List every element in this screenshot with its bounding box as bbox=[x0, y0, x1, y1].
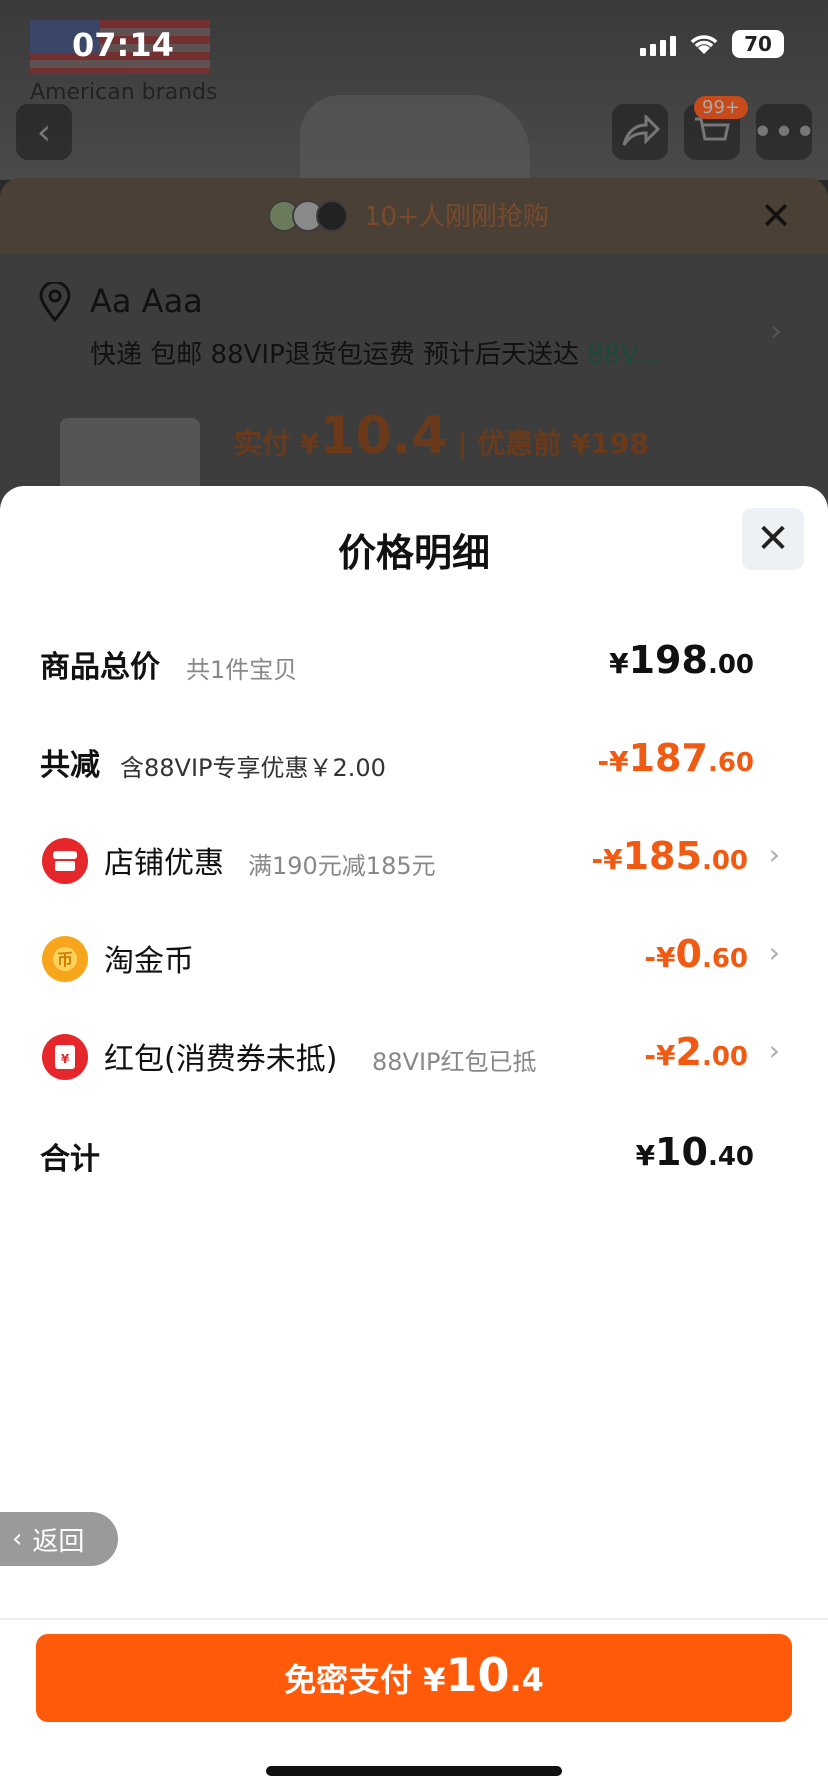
row-sub: 88VIP红包已抵 bbox=[372, 1048, 537, 1076]
cellular-signal-icon bbox=[640, 32, 676, 56]
coin-icon: 币 bbox=[42, 936, 88, 982]
status-bar: 07:14 70 bbox=[0, 0, 828, 90]
row-total-discount: 共减 含88VIP专享优惠￥2.00 -¥187.60 bbox=[0, 732, 828, 792]
close-button[interactable]: ✕ bbox=[742, 508, 804, 570]
row-label: 合计 bbox=[40, 1142, 100, 1177]
row-amount: -¥0.60 bbox=[644, 932, 748, 976]
cart-badge: 99+ bbox=[694, 96, 748, 119]
chevron-left-icon: ‹ bbox=[12, 1524, 23, 1554]
pay-amount-int: 10 bbox=[445, 1648, 510, 1702]
status-time: 07:14 bbox=[72, 26, 174, 64]
chevron-right-icon: › bbox=[768, 936, 780, 969]
row-label: 淘金币 bbox=[104, 944, 194, 979]
row-total-price: 商品总价 共1件宝贝 ¥198.00 bbox=[0, 634, 828, 694]
pay-label: 免密支付 ¥ bbox=[284, 1661, 446, 1699]
row-sub: 共1件宝贝 bbox=[186, 656, 298, 684]
return-button[interactable]: ‹ 返回 bbox=[0, 1512, 118, 1566]
order-sheet-background: 10+人刚刚抢购 ✕ Aa Aaa 快递 包邮 88VIP退货包运费 预计后天送… bbox=[0, 178, 828, 528]
shipping-info: 快递 包邮 88VIP退货包运费 预计后天送达 88V... bbox=[90, 340, 660, 370]
row-amount: ¥198.00 bbox=[609, 638, 754, 682]
row-sub: 满190元减185元 bbox=[248, 852, 436, 880]
svg-text:¥: ¥ bbox=[61, 1052, 70, 1066]
row-grand-total: 合计 ¥10.40 bbox=[0, 1126, 828, 1186]
row-label: 店铺优惠 bbox=[104, 846, 224, 881]
row-amount: -¥185.00 bbox=[591, 834, 749, 878]
row-label: 商品总价 bbox=[40, 650, 160, 685]
row-amount: -¥187.60 bbox=[597, 736, 755, 780]
row-coins[interactable]: 币 淘金币 -¥0.60 › bbox=[0, 928, 828, 988]
svg-text:币: 币 bbox=[57, 950, 73, 969]
back-arrow-button[interactable]: ‹ bbox=[16, 104, 72, 160]
share-icon bbox=[622, 115, 660, 146]
address-chevron-icon: › bbox=[770, 314, 782, 349]
price-detail-sheet: 价格明细 ✕ 商品总价 共1件宝贝 ¥198.00 共减 含88VIP专享优惠￥… bbox=[0, 486, 828, 1792]
order-sheet-close-icon[interactable]: ✕ bbox=[760, 194, 792, 238]
row-label: 共减 bbox=[40, 748, 100, 783]
row-red-envelope[interactable]: ¥ 红包(消费券未抵) 88VIP红包已抵 -¥2.00 › bbox=[0, 1026, 828, 1086]
close-icon: ✕ bbox=[756, 516, 790, 562]
order-price: 实付 ¥10.4 | 优惠前 ¥198 bbox=[234, 406, 649, 466]
chevron-right-icon: › bbox=[768, 838, 780, 871]
pay-amount-dec: .4 bbox=[509, 1661, 544, 1699]
more-icon: ••• bbox=[752, 111, 816, 153]
wifi-icon bbox=[690, 35, 718, 54]
row-amount: -¥2.00 bbox=[644, 1030, 748, 1074]
more-button[interactable]: ••• bbox=[752, 104, 816, 160]
cart-icon bbox=[695, 117, 730, 141]
row-shop-discount[interactable]: 店铺优惠 满190元减185元 -¥185.00 › bbox=[0, 830, 828, 890]
row-sub: 含88VIP专享优惠￥2.00 bbox=[120, 754, 386, 782]
row-amount: ¥10.40 bbox=[635, 1130, 754, 1174]
home-indicator[interactable] bbox=[266, 1766, 562, 1776]
share-button[interactable] bbox=[612, 104, 668, 160]
chevron-right-icon: › bbox=[768, 1034, 780, 1067]
location-pin-icon bbox=[39, 282, 71, 322]
return-label: 返回 bbox=[32, 1526, 85, 1557]
address-name[interactable]: Aa Aaa bbox=[90, 282, 203, 320]
battery-icon: 70 bbox=[732, 30, 784, 58]
recent-buyers-bar: 10+人刚刚抢购 ✕ bbox=[0, 178, 828, 254]
red-envelope-icon: ¥ bbox=[42, 1034, 88, 1080]
recent-buyers-text: 10+人刚刚抢购 bbox=[364, 202, 549, 232]
footer-divider bbox=[0, 1618, 828, 1620]
pay-button[interactable]: 免密支付 ¥ 10 .4 bbox=[36, 1634, 792, 1722]
cart-button[interactable]: 99+ bbox=[684, 96, 748, 160]
shop-icon bbox=[42, 838, 88, 884]
buyer-avatars bbox=[268, 200, 348, 232]
row-label: 红包(消费券未抵) bbox=[104, 1042, 338, 1077]
sheet-title: 价格明细 bbox=[337, 531, 490, 575]
